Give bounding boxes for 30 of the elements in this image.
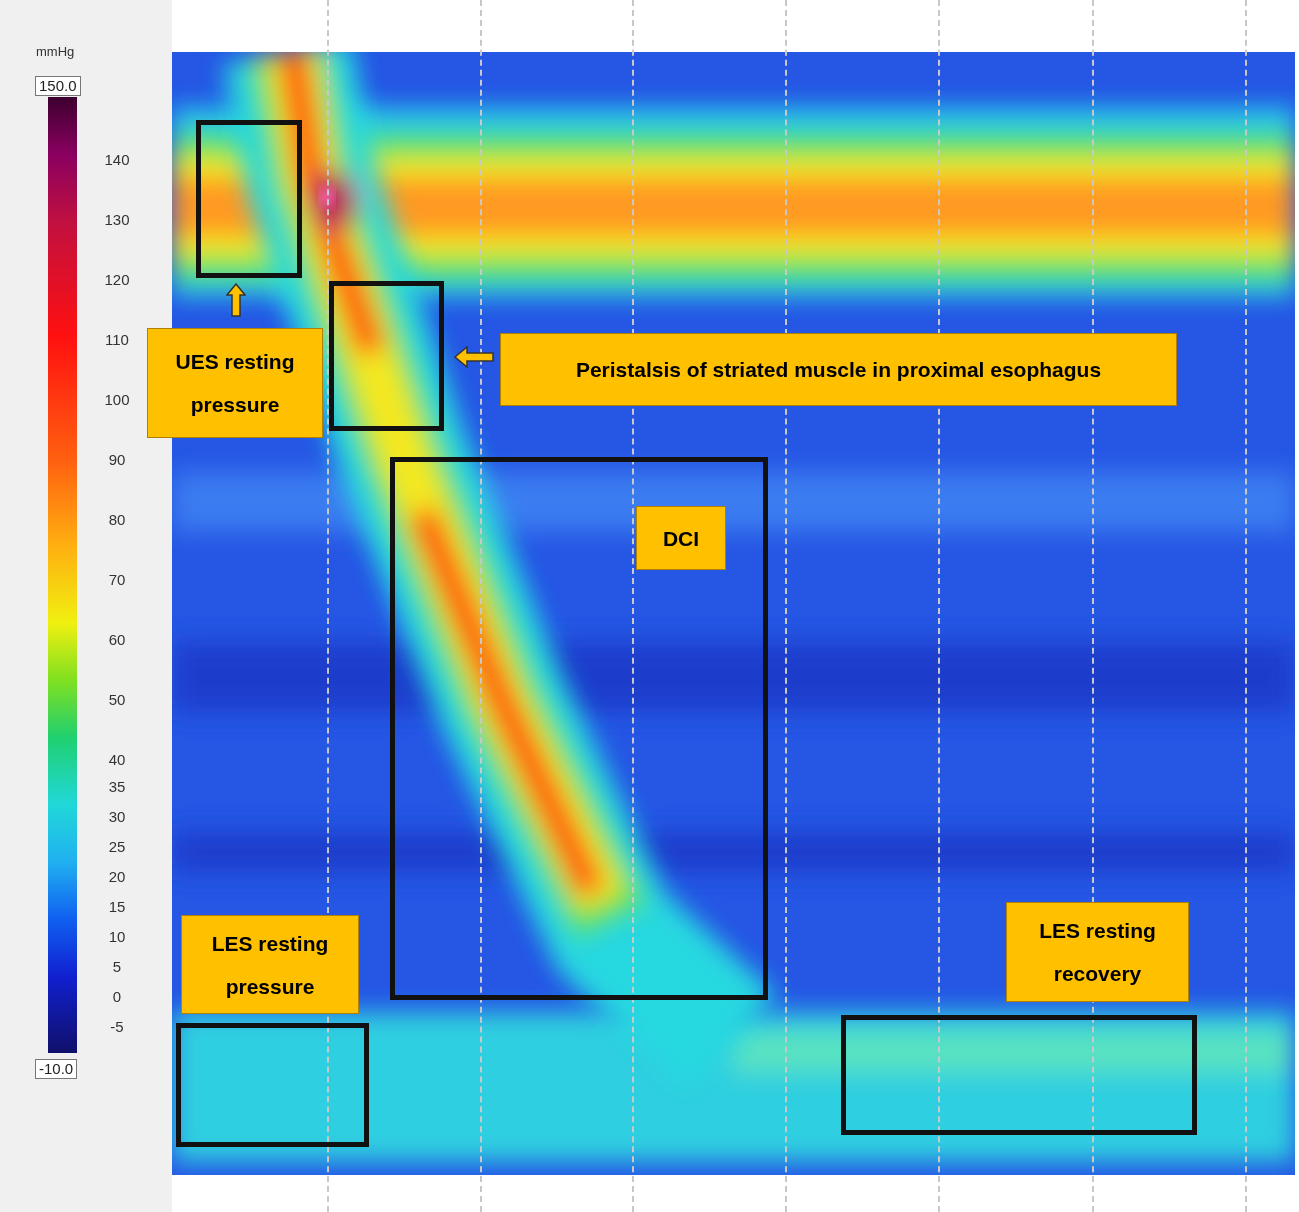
scale-tick-label: 90 [107,451,127,469]
max-value: 150.0 [35,76,81,96]
annotation-label: UES resting pressure [147,328,323,438]
unit-label: mmHg [36,43,75,61]
scale-tick-label: 70 [107,571,127,589]
scale-tick-label: 35 [107,778,127,796]
min-value: -10.0 [35,1059,78,1079]
annotation-label: DCI [636,506,726,570]
scale-tick-label: 100 [103,391,131,409]
annotation-label: LES resting pressure [181,915,359,1014]
scale-tick-label: -5 [109,1018,125,1036]
scale-tick-label: 50 [107,691,127,709]
scale-tick-label: 15 [107,898,127,916]
up-arrow-icon [226,283,246,317]
annotation-label: LES resting recovery [1006,902,1189,1002]
annotation-label: Peristalsis of striated muscle in proximal esophagus [500,333,1177,406]
left-arrow-icon [454,346,494,368]
scale-tick-label: 0 [111,988,123,1006]
scale-tick-label: 130 [103,211,131,229]
scale-tick-label: 5 [111,958,123,976]
scale-tick-label: 60 [107,631,127,649]
scale-tick-label: 120 [103,271,131,289]
scale-tick-label: 110 [104,331,130,349]
scale-tick-label: 40 [107,751,127,769]
scale-tick-label: 140 [103,151,131,169]
scale-tick-label: 20 [107,868,127,886]
scale-tick-label: 25 [107,838,127,856]
scale-tick-label: 30 [107,808,127,826]
scale-tick-label: 10 [107,928,127,946]
scale-tick-label: 80 [107,511,127,529]
